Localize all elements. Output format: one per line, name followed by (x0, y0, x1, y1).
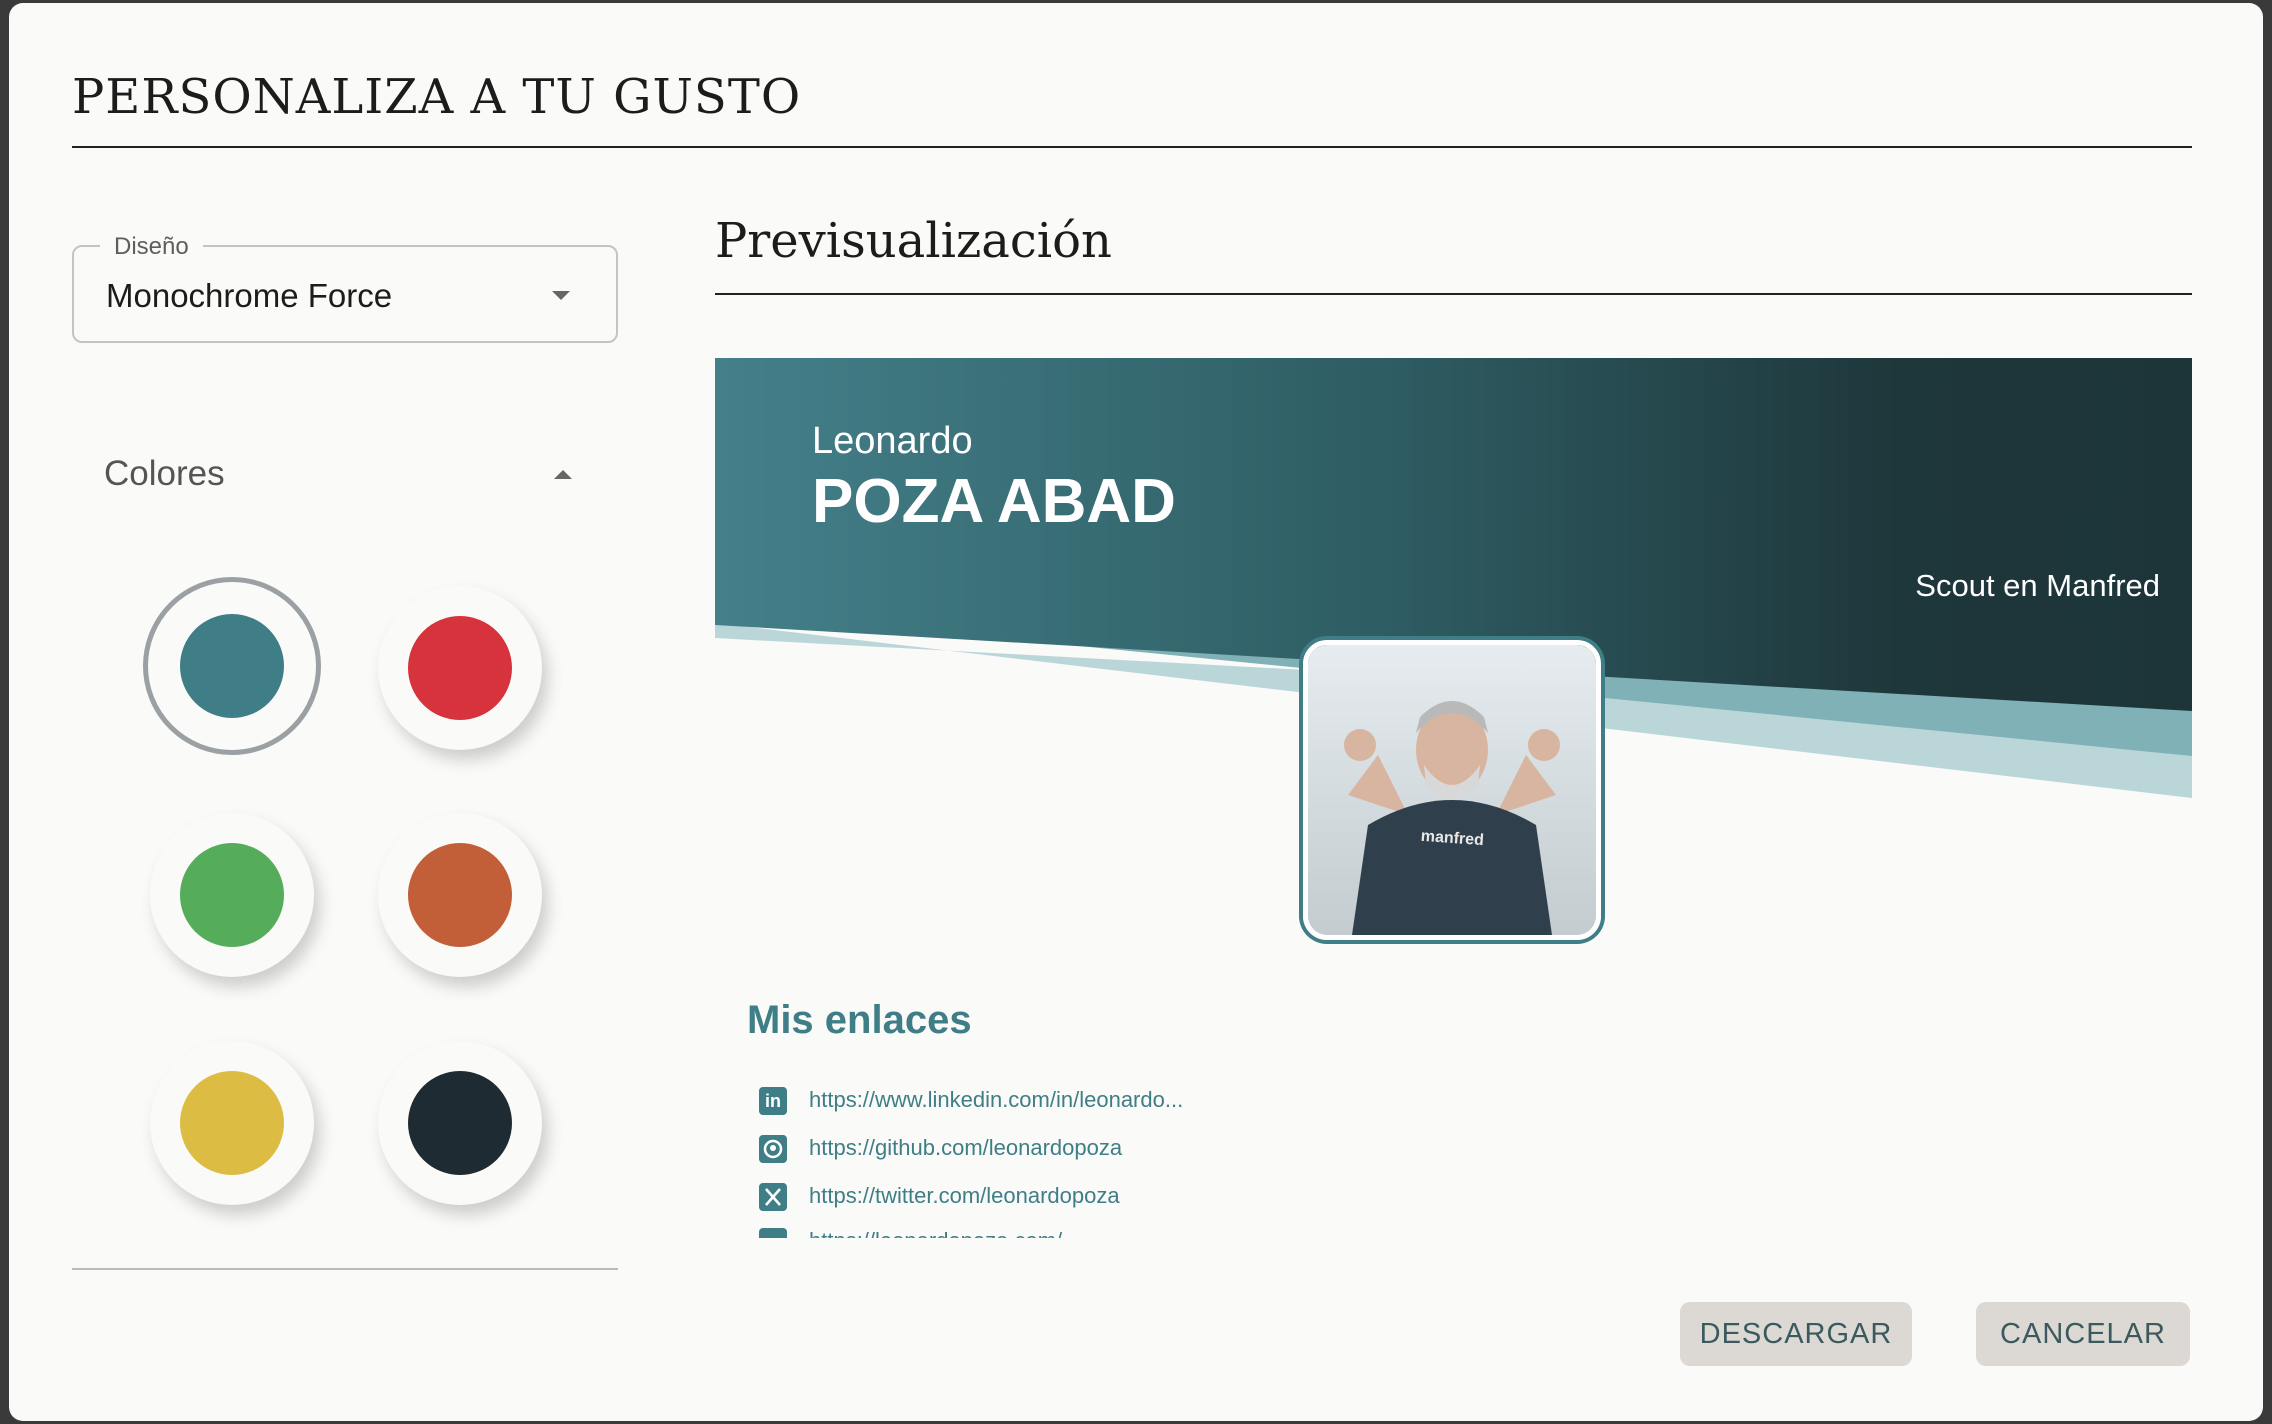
chevron-up-icon (554, 470, 572, 479)
swatch-dot (180, 843, 284, 947)
swatch-dot (408, 1071, 512, 1175)
links-heading: Mis enlaces (747, 998, 972, 1042)
link-icon (759, 1228, 787, 1238)
chevron-down-icon (552, 291, 570, 300)
left-divider (72, 1268, 618, 1270)
colors-accordion-header[interactable]: Colores (72, 448, 618, 504)
github-icon (759, 1135, 787, 1163)
link-url: https://www.linkedin.com/in/leonardo... (809, 1087, 1184, 1112)
design-select[interactable]: Diseño Monochrome Force (72, 233, 618, 343)
preview-divider (715, 293, 2192, 295)
swatch-dot (408, 616, 512, 720)
color-swatch-green[interactable] (150, 813, 314, 977)
profile-preview[interactable]: Leonardo POZA ABAD Scout en Manfred manf… (715, 358, 2192, 1238)
profile-first-name: Leonardo (812, 420, 973, 462)
profile-last-name: POZA ABAD (812, 467, 1176, 536)
color-swatch-red[interactable] (378, 586, 542, 750)
swatch-dot (180, 614, 284, 718)
link-url: https://github.com/leonardopoza (809, 1135, 1123, 1160)
color-swatch-yellow[interactable] (150, 1041, 314, 1205)
design-select-value: Monochrome Force (106, 277, 393, 314)
color-swatch-navy[interactable] (378, 1041, 542, 1205)
swatch-dot (180, 1071, 284, 1175)
linkedin-icon: in (759, 1087, 787, 1115)
profile-role: Scout en Manfred (1915, 568, 2160, 603)
cancel-button[interactable]: CANCELAR (1976, 1302, 2190, 1366)
profile-photo: manfred (1303, 640, 1601, 940)
color-swatch-orange[interactable] (378, 813, 542, 977)
customize-dialog: PERSONALIZA A TU GUSTO Diseño Monochrome… (9, 3, 2263, 1421)
download-button[interactable]: DESCARGAR (1680, 1302, 1912, 1366)
link-url: https://twitter.com/leonardopoza (809, 1183, 1120, 1208)
title-divider (72, 146, 2192, 148)
link-url: https://leonardopoza.com/ (809, 1228, 1062, 1238)
design-select-label: Diseño (100, 233, 203, 261)
color-swatch-teal[interactable] (143, 577, 321, 755)
swatch-dot (408, 843, 512, 947)
dialog-title: PERSONALIZA A TU GUSTO (72, 69, 802, 125)
preview-title: Previsualización (715, 213, 1112, 269)
colors-accordion-title: Colores (104, 454, 225, 493)
x-twitter-icon (759, 1183, 787, 1211)
